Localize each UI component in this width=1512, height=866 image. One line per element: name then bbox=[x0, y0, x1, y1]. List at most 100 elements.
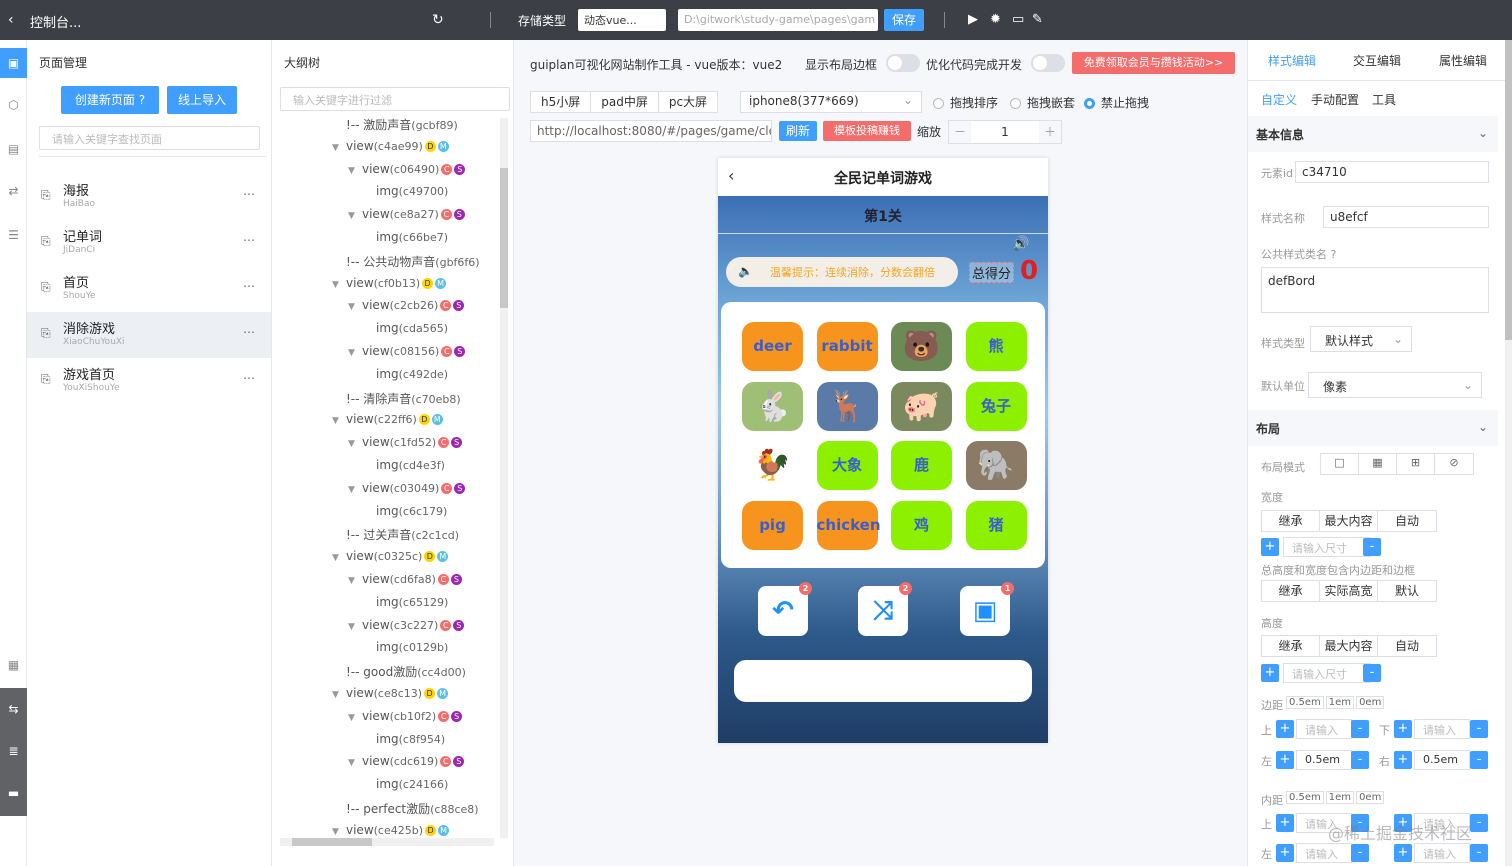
height-max-content[interactable]: 最大内容 bbox=[1320, 636, 1378, 656]
zoom-minus-button[interactable]: － bbox=[949, 121, 971, 143]
animal-card-deer[interactable]: 🦌 bbox=[816, 381, 878, 431]
width-input[interactable]: 请输入尺寸 bbox=[1283, 537, 1371, 557]
animal-card-rabbit[interactable]: 🐇 bbox=[742, 381, 803, 431]
tree-badge-c[interactable]: C bbox=[437, 574, 449, 585]
zoom-plus-button[interactable]: ＋ bbox=[1039, 121, 1061, 143]
animal-card-chicken[interactable]: 🐓 bbox=[742, 441, 803, 490]
width-auto[interactable]: 自动 bbox=[1378, 511, 1436, 531]
create-page-button[interactable]: 创建新页面 ? bbox=[61, 86, 159, 114]
radio-drag-nest[interactable]: 拖拽嵌套 bbox=[1010, 94, 1075, 111]
height-auto[interactable]: 自动 bbox=[1378, 636, 1436, 656]
word-card[interactable]: chicken bbox=[816, 500, 881, 550]
tree-badge-d[interactable]: D bbox=[424, 551, 436, 563]
padding-left-minus[interactable]: - bbox=[1351, 844, 1369, 862]
tree-badge-c[interactable]: C bbox=[440, 209, 452, 221]
undo-tool-button[interactable]: ↶ 2 bbox=[758, 582, 812, 636]
caret-down-icon[interactable]: ▼ bbox=[348, 211, 362, 221]
pages-rail-icon[interactable]: ▣ bbox=[0, 48, 27, 78]
margin-right-input[interactable]: 0.5em bbox=[1414, 750, 1470, 770]
tree-badge-m[interactable]: M bbox=[438, 824, 450, 836]
save-button[interactable]: 保存 bbox=[884, 9, 924, 31]
panel-rail-icon[interactable]: ▬ bbox=[0, 778, 27, 808]
tree-badge-s[interactable]: S bbox=[450, 574, 462, 585]
basic-info-section[interactable]: 基本信息 ⌄ bbox=[1248, 116, 1498, 152]
tree-node[interactable]: !-- 过关声音(c2c1cd) bbox=[346, 526, 459, 546]
optimize-toggle[interactable] bbox=[1031, 54, 1065, 72]
caret-down-icon[interactable]: ▼ bbox=[348, 485, 362, 495]
box-inherit[interactable]: 继承 bbox=[1262, 581, 1320, 601]
caret-down-icon[interactable]: ▼ bbox=[332, 143, 346, 153]
tab-style-edit[interactable]: 样式编辑 bbox=[1268, 52, 1316, 69]
caret-down-icon[interactable]: ▼ bbox=[348, 758, 362, 768]
database-rail-icon[interactable]: ☰ bbox=[0, 220, 27, 250]
speaker-icon[interactable]: 🔊 bbox=[1012, 236, 1029, 252]
tree-node[interactable]: !-- 清除声音(c70eb8) bbox=[346, 390, 461, 410]
margin-left-input[interactable]: 0.5em bbox=[1296, 750, 1352, 770]
tree-badge-c[interactable]: C bbox=[441, 482, 453, 494]
margin-right-plus[interactable]: + bbox=[1394, 751, 1412, 769]
tree-node[interactable]: ▼ view(c08156) C S bbox=[348, 344, 466, 364]
tree-badge-c[interactable]: C bbox=[441, 346, 453, 357]
word-card[interactable]: pig bbox=[742, 500, 803, 550]
caret-down-icon[interactable]: ▼ bbox=[348, 576, 362, 586]
tree-node[interactable]: ▼ view(cb10f2) C S bbox=[348, 709, 463, 729]
page-item-shouye[interactable]: ⎘ 首页 ShouYe … bbox=[27, 266, 271, 312]
unit-chip[interactable]: 0em bbox=[1356, 696, 1385, 709]
margin-bottom-plus[interactable]: + bbox=[1394, 720, 1412, 738]
tree-node[interactable]: img(c6c179) bbox=[376, 504, 447, 524]
tree-badge-s[interactable]: S bbox=[451, 710, 463, 722]
tree-node[interactable]: ▼ view(ce8c13) D M bbox=[332, 686, 449, 706]
tree-badge-c[interactable]: C bbox=[441, 163, 453, 175]
word-card[interactable]: 鸡 bbox=[891, 500, 952, 550]
subtab-custom[interactable]: 自定义 bbox=[1261, 91, 1297, 108]
width-max-content[interactable]: 最大内容 bbox=[1320, 511, 1378, 531]
tree-badge-m[interactable]: M bbox=[431, 414, 443, 426]
box-actual[interactable]: 实际高宽 bbox=[1320, 581, 1378, 601]
caret-down-icon[interactable]: ▼ bbox=[348, 348, 362, 358]
tree-node[interactable]: img(c8f954) bbox=[376, 732, 445, 752]
page-search-input[interactable]: 请输入关键字查找页面 bbox=[39, 126, 260, 150]
tree-node[interactable]: !-- perfect激励(c88ce8) bbox=[346, 800, 479, 820]
caret-down-icon[interactable]: ▼ bbox=[348, 166, 362, 176]
screen-pad[interactable]: pad中屏 bbox=[591, 92, 659, 112]
unit-chip[interactable]: 0.5em bbox=[1286, 791, 1324, 804]
tree-badge-c[interactable]: C bbox=[438, 437, 450, 449]
promo-button[interactable]: 免费领取会员与攒钱活动>> bbox=[1072, 52, 1235, 74]
storage-type-select[interactable]: 动态vue... bbox=[578, 9, 666, 31]
tree-node[interactable]: !-- 公共动物声音(gbf6f6) bbox=[346, 253, 480, 273]
tree-node[interactable]: img(c49700) bbox=[376, 184, 448, 204]
template-submit-button[interactable]: 模板投稿赚钱 bbox=[823, 121, 911, 141]
tree-badge-d[interactable]: D bbox=[425, 824, 437, 836]
elem-id-input[interactable]: c34710 bbox=[1295, 161, 1489, 183]
page-item-youxishouye[interactable]: ⎘ 游戏首页 YouXiShouYe … bbox=[27, 358, 271, 404]
padding-bottom-minus[interactable]: - bbox=[1470, 814, 1488, 832]
animal-card-elephant[interactable]: 🐘 bbox=[965, 441, 1027, 490]
caret-down-icon[interactable]: ▼ bbox=[332, 827, 346, 837]
more-icon[interactable]: … bbox=[243, 184, 255, 198]
tree-node[interactable]: ▼ view(c22ff6) D M bbox=[332, 412, 443, 432]
word-card[interactable]: 猪 bbox=[965, 500, 1027, 550]
page-item-xiaochuyouxi[interactable]: ⎘ 消除游戏 XiaoChuYouXi … bbox=[27, 312, 271, 358]
tree-badge-c[interactable]: C bbox=[440, 619, 452, 631]
height-plus-button[interactable]: + bbox=[1261, 664, 1279, 682]
page-item-haibao[interactable]: ⎘ 海报 HaiBao … bbox=[27, 174, 271, 220]
style-type-select[interactable]: 默认样式 ⌄ bbox=[1310, 326, 1412, 352]
tree-node[interactable]: ▼ view(cf0b13) D M bbox=[332, 276, 447, 296]
animal-card-pig[interactable]: 🐖 bbox=[891, 381, 952, 431]
preview-url-input[interactable]: http://localhost:8080/#/pages/game/clear… bbox=[530, 120, 772, 142]
page-item-jidanci[interactable]: ⎘ 记单词 JiDanCi … bbox=[27, 220, 271, 266]
height-minus-button[interactable]: - bbox=[1363, 664, 1381, 682]
unit-chip[interactable]: 0.5em bbox=[1286, 696, 1324, 709]
edit-icon[interactable]: ✎ bbox=[1032, 12, 1043, 27]
caret-down-icon[interactable]: ▼ bbox=[332, 553, 346, 563]
unit-chip[interactable]: 0em bbox=[1356, 791, 1385, 804]
tree-badge-m[interactable]: M bbox=[435, 277, 447, 289]
tree-badge-m[interactable]: M bbox=[437, 551, 449, 563]
tree-badge-m[interactable]: M bbox=[437, 140, 449, 152]
tree-node[interactable]: img(c0129b) bbox=[376, 640, 448, 660]
layout-block-icon[interactable]: □ bbox=[1321, 454, 1359, 474]
unit-chip[interactable]: 1em bbox=[1325, 696, 1355, 709]
margin-top-input[interactable]: 请输入 bbox=[1296, 719, 1352, 739]
tree-node[interactable]: !-- good激励(cc4d00) bbox=[346, 663, 466, 683]
tree-node[interactable]: ▼ view(ce8a27) C S bbox=[348, 207, 465, 227]
